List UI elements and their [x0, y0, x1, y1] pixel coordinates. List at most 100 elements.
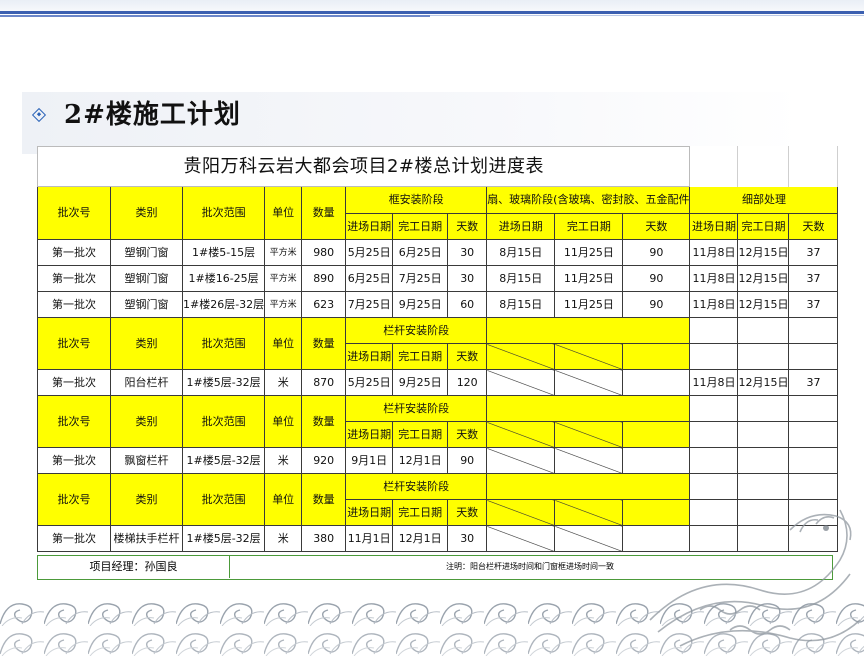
cell-enter: 9月1日 — [345, 447, 394, 474]
table-row: 第一批次 阳台栏杆 1#楼5层-32层 米 870 5月25日 9月25日 12… — [37, 369, 839, 396]
blank-diagonal — [554, 447, 624, 474]
sub-enter: 进场日期 — [345, 499, 394, 526]
top-rule-accent — [0, 15, 430, 17]
cell-days: 90 — [447, 447, 488, 474]
cell-qty: 980 — [301, 239, 347, 266]
blank-diagonal — [554, 369, 624, 396]
cell-range: 1#楼16-25层 — [181, 265, 266, 292]
header-range: 批次范围 — [181, 186, 266, 240]
cell-glass-enter: 8月15日 — [486, 239, 556, 266]
cell-unit: 米 — [264, 525, 303, 552]
cell-unit: 米 — [264, 369, 303, 396]
header-qty: 数量 — [301, 395, 347, 448]
cell-enter: 5月25日 — [345, 369, 394, 396]
cell-detail-finish: 12月15日 — [737, 369, 790, 396]
cell-glass-finish: 11月25日 — [554, 239, 624, 266]
cell-range: 1#楼26层-32层 — [181, 291, 266, 318]
header-category: 类别 — [110, 473, 183, 526]
cell-unit: 平方米 — [264, 239, 303, 266]
header-range: 批次范围 — [181, 395, 266, 448]
header-category: 类别 — [110, 317, 183, 370]
cell-finish: 12月1日 — [392, 525, 449, 552]
cell-batch: 第一批次 — [37, 291, 111, 318]
blank-diagonal — [554, 499, 624, 526]
sub-finish: 完工日期 — [392, 213, 449, 240]
header-railing-phase: 栏杆安装阶段 — [345, 317, 488, 344]
sub-enter: 进场日期 — [345, 213, 394, 240]
cell-category: 塑钢门窗 — [110, 265, 183, 292]
cell-glass-enter: 8月15日 — [486, 265, 556, 292]
cell-frame-enter: 5月25日 — [345, 239, 394, 266]
blank-diagonal — [486, 499, 556, 526]
blank-cell — [622, 343, 691, 370]
cell-qty: 623 — [301, 291, 347, 318]
cell-glass-days: 90 — [622, 291, 691, 318]
cell-detail-days: 37 — [788, 291, 839, 318]
sub-days: 天数 — [447, 213, 488, 240]
table-row: 第一批次 塑钢门窗 1#楼26层-32层 平方米 623 7月25日 9月25日… — [37, 291, 839, 318]
cell-detail-days: 37 — [788, 239, 839, 266]
table-row: 第一批次 塑钢门窗 1#楼5-15层 平方米 980 5月25日 6月25日 3… — [37, 239, 839, 266]
cell-qty: 870 — [301, 369, 347, 396]
cell-batch: 第一批次 — [37, 265, 111, 292]
sub-finish: 完工日期 — [392, 421, 449, 448]
header-frame-phase: 框安装阶段 — [345, 186, 488, 214]
slide-title: 2#楼施工计划 — [64, 100, 241, 130]
cell-qty: 920 — [301, 447, 347, 474]
header-batch: 批次号 — [37, 473, 111, 526]
header-batch: 批次号 — [37, 186, 111, 240]
cell-unit: 平方米 — [264, 291, 303, 318]
cell-category: 飘窗栏杆 — [110, 447, 183, 474]
cell-range: 1#楼5层-32层 — [181, 447, 266, 474]
header-qty: 数量 — [301, 186, 347, 240]
blank-phase — [486, 395, 691, 422]
cell-frame-days: 30 — [447, 265, 488, 292]
cell-detail-enter: 11月8日 — [689, 239, 739, 266]
sub-enter: 进场日期 — [486, 213, 556, 240]
cell-category: 阳台栏杆 — [110, 369, 183, 396]
header-qty: 数量 — [301, 473, 347, 526]
header-qty: 数量 — [301, 317, 347, 370]
cell-unit: 米 — [264, 447, 303, 474]
cell-enter: 11月1日 — [345, 525, 394, 552]
cell-range: 1#楼5-15层 — [181, 239, 266, 266]
cell-frame-enter: 6月25日 — [345, 265, 394, 292]
header-batch: 批次号 — [37, 395, 111, 448]
cell-frame-days: 30 — [447, 239, 488, 266]
cell-detail-days: 37 — [788, 265, 839, 292]
dragon-illustration-icon — [649, 509, 861, 647]
cell-glass-days: 90 — [622, 265, 691, 292]
cell-unit: 平方米 — [264, 265, 303, 292]
blank-diagonal — [486, 421, 556, 448]
header-railing-phase: 栏杆安装阶段 — [345, 473, 488, 500]
cell-range: 1#楼5层-32层 — [181, 369, 266, 396]
cell-qty: 890 — [301, 265, 347, 292]
blank-diagonal — [486, 525, 556, 552]
sub-days: 天数 — [622, 213, 691, 240]
sub-finish: 完工日期 — [554, 213, 624, 240]
cell-detail-days: 37 — [788, 369, 839, 396]
sub-finish: 完工日期 — [737, 213, 790, 240]
cell-detail-finish: 12月15日 — [737, 265, 790, 292]
project-manager-label: 项目经理：孙国良 — [38, 556, 230, 578]
blank-diagonal — [554, 525, 624, 552]
cell-glass-finish: 11月25日 — [554, 291, 624, 318]
cell-category: 塑钢门窗 — [110, 239, 183, 266]
cell-glass-enter: 8月15日 — [486, 291, 556, 318]
blank-cell — [622, 421, 691, 448]
sub-days: 天数 — [447, 343, 488, 370]
blank-diagonal — [486, 447, 556, 474]
cell-qty: 380 — [301, 525, 347, 552]
cell-finish: 9月25日 — [392, 369, 449, 396]
header-detail-phase: 细部处理 — [689, 186, 839, 214]
sub-enter: 进场日期 — [689, 213, 739, 240]
header-batch: 批次号 — [37, 317, 111, 370]
header-range: 批次范围 — [181, 317, 266, 370]
table-title: 贵阳万科云岩大都会项目2#楼总计划进度表 — [36, 146, 691, 187]
cell-detail-finish: 12月15日 — [737, 239, 790, 266]
cell-frame-finish: 9月25日 — [392, 291, 449, 318]
cell-batch: 第一批次 — [37, 239, 111, 266]
cell-detail-finish: 12月15日 — [737, 291, 790, 318]
cell-category: 塑钢门窗 — [110, 291, 183, 318]
sub-finish: 完工日期 — [392, 343, 449, 370]
